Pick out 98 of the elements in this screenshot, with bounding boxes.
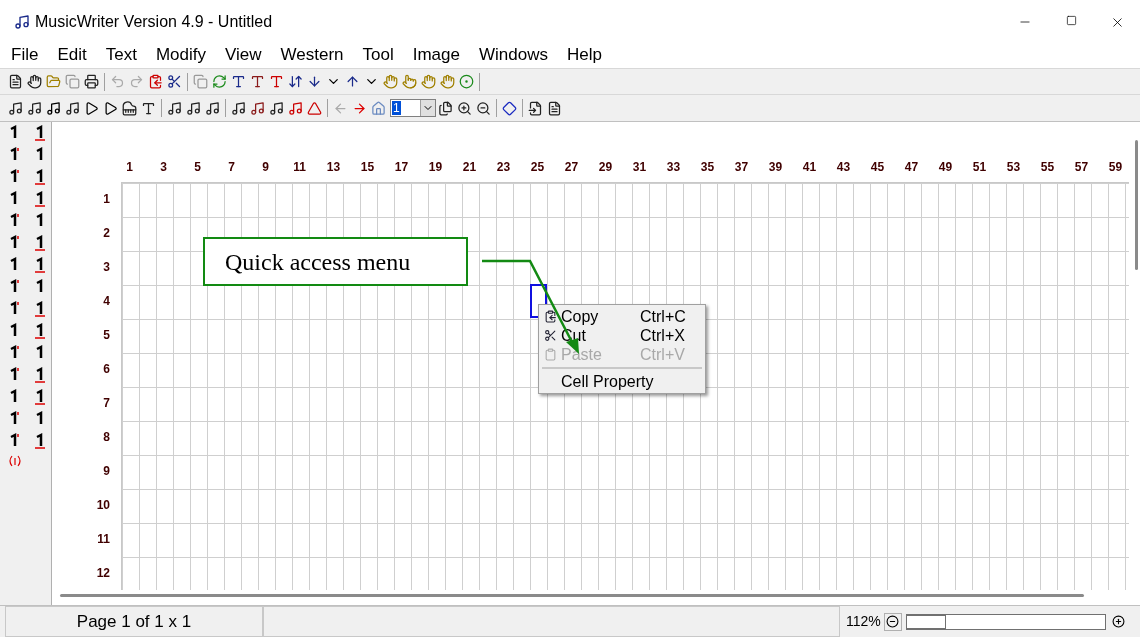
- pointer-icon[interactable]: [400, 72, 419, 91]
- column-number: 53: [1005, 159, 1022, 176]
- notation-symbol-icon[interactable]: [8, 213, 20, 229]
- left-hand-icon[interactable]: [438, 72, 457, 91]
- column-number: 15: [359, 159, 376, 176]
- column-number: 49: [937, 159, 954, 176]
- app-logo-icon[interactable]: [12, 12, 31, 32]
- row-number: 7: [103, 395, 110, 412]
- notation-symbol-icon[interactable]: [33, 125, 46, 141]
- page-status: Page 1 of 1 x 1: [76, 610, 192, 633]
- menu-item-icon: [543, 329, 557, 342]
- notation-symbol-icon[interactable]: [33, 367, 46, 383]
- column-number: 1: [125, 159, 134, 176]
- column-number: 45: [869, 159, 886, 176]
- window-title: MusicWriter Version 4.9 - Untitled: [35, 12, 273, 32]
- notation-symbol-icon[interactable]: [8, 235, 20, 251]
- refresh-icon[interactable]: [210, 72, 229, 91]
- zoom-in-icon[interactable]: [1111, 615, 1125, 628]
- page-select[interactable]: 1: [390, 99, 436, 117]
- column-number: 41: [801, 159, 818, 176]
- column-number: 55: [1039, 159, 1056, 176]
- row-number: 11: [97, 531, 110, 548]
- column-number: 39: [767, 159, 784, 176]
- column-number: 9: [261, 159, 270, 176]
- menu-item[interactable]: Tool: [353, 44, 403, 66]
- menu-item[interactable]: Modify: [146, 44, 215, 66]
- notation-symbol-icon[interactable]: [8, 367, 20, 383]
- row-number: 8: [103, 429, 110, 446]
- menu-item[interactable]: Image: [403, 44, 469, 66]
- notation-symbol-icon[interactable]: [8, 345, 20, 361]
- parenthesis-icon[interactable]: [8, 455, 22, 467]
- menu-item[interactable]: View: [215, 44, 271, 66]
- zoom-level: 112%: [846, 612, 881, 631]
- context-menu-item[interactable]: Cell Property: [539, 372, 705, 391]
- horizontal-scrollbar[interactable]: [60, 594, 1084, 597]
- column-number: 43: [835, 159, 852, 176]
- menu-item[interactable]: File: [2, 44, 48, 66]
- column-number: 57: [1073, 159, 1090, 176]
- column-number: 23: [495, 159, 512, 176]
- column-number: 35: [699, 159, 716, 176]
- column-number: 25: [529, 159, 546, 176]
- zoom-out-button[interactable]: [883, 612, 902, 631]
- notation-symbol-icon[interactable]: [33, 301, 46, 317]
- column-number: 37: [733, 159, 750, 176]
- hand-icon[interactable]: [25, 72, 44, 91]
- column-number: 27: [563, 159, 580, 176]
- zoom-slider-thumb[interactable]: [906, 614, 947, 629]
- piano-icon[interactable]: [120, 98, 139, 118]
- row-number: 2: [103, 225, 110, 242]
- column-number: 47: [903, 159, 920, 176]
- menu-item-icon: [543, 348, 557, 361]
- menu-item[interactable]: Help: [557, 44, 611, 66]
- column-number: 29: [597, 159, 614, 176]
- column-number: 3: [159, 159, 168, 176]
- row-number: 3: [103, 259, 110, 276]
- column-number: 17: [393, 159, 410, 176]
- menu-item[interactable]: Edit: [48, 44, 96, 66]
- column-number: 11: [292, 159, 307, 176]
- notation-symbol-icon[interactable]: [8, 301, 20, 317]
- notation-symbol-icon[interactable]: [8, 411, 20, 427]
- notation-symbol-icon[interactable]: [33, 323, 46, 339]
- notation-symbol-icon[interactable]: [33, 235, 46, 251]
- menu-item-icon: [543, 310, 557, 323]
- column-number: 19: [427, 159, 444, 176]
- target-icon[interactable]: [457, 72, 476, 91]
- column-number: 21: [461, 159, 478, 176]
- column-number: 13: [325, 159, 342, 176]
- column-number: 59: [1107, 159, 1124, 176]
- menu-item[interactable]: Western: [271, 44, 353, 66]
- notation-symbol-icon[interactable]: [33, 433, 46, 449]
- menu-item[interactable]: Windows: [469, 44, 557, 66]
- menu-item[interactable]: Text: [96, 44, 146, 66]
- row-number: 1: [103, 191, 110, 208]
- printer-icon[interactable]: [82, 72, 101, 91]
- notation-symbol-icon[interactable]: [8, 169, 20, 185]
- notation-symbol-icon[interactable]: [8, 279, 20, 295]
- row-number: 12: [96, 565, 110, 582]
- right-hand-icon[interactable]: [419, 72, 438, 91]
- notation-symbol-icon[interactable]: [33, 389, 46, 405]
- notation-symbol-icon[interactable]: [8, 433, 20, 449]
- row-number: 4: [103, 293, 110, 310]
- row-number: 5: [103, 327, 110, 344]
- column-number: 31: [631, 159, 648, 176]
- notation-symbol-icon[interactable]: [33, 257, 46, 273]
- column-number: 33: [665, 159, 682, 176]
- row-number: 6: [103, 361, 110, 378]
- row-number: 10: [96, 497, 110, 514]
- column-number: 51: [971, 159, 988, 176]
- row-number: 9: [103, 463, 110, 480]
- callout-text: Quick access menu: [225, 247, 411, 277]
- notation-symbol-icon[interactable]: [33, 169, 46, 185]
- vertical-scrollbar[interactable]: [1135, 140, 1138, 270]
- notation-symbol-icon[interactable]: [8, 147, 20, 163]
- notation-symbol-icon[interactable]: [33, 191, 46, 207]
- column-number: 7: [227, 159, 236, 176]
- zoom-slider[interactable]: [905, 613, 1106, 630]
- column-number: 5: [193, 159, 202, 176]
- context-menu-item[interactable]: Copy Ctrl+C: [539, 307, 705, 326]
